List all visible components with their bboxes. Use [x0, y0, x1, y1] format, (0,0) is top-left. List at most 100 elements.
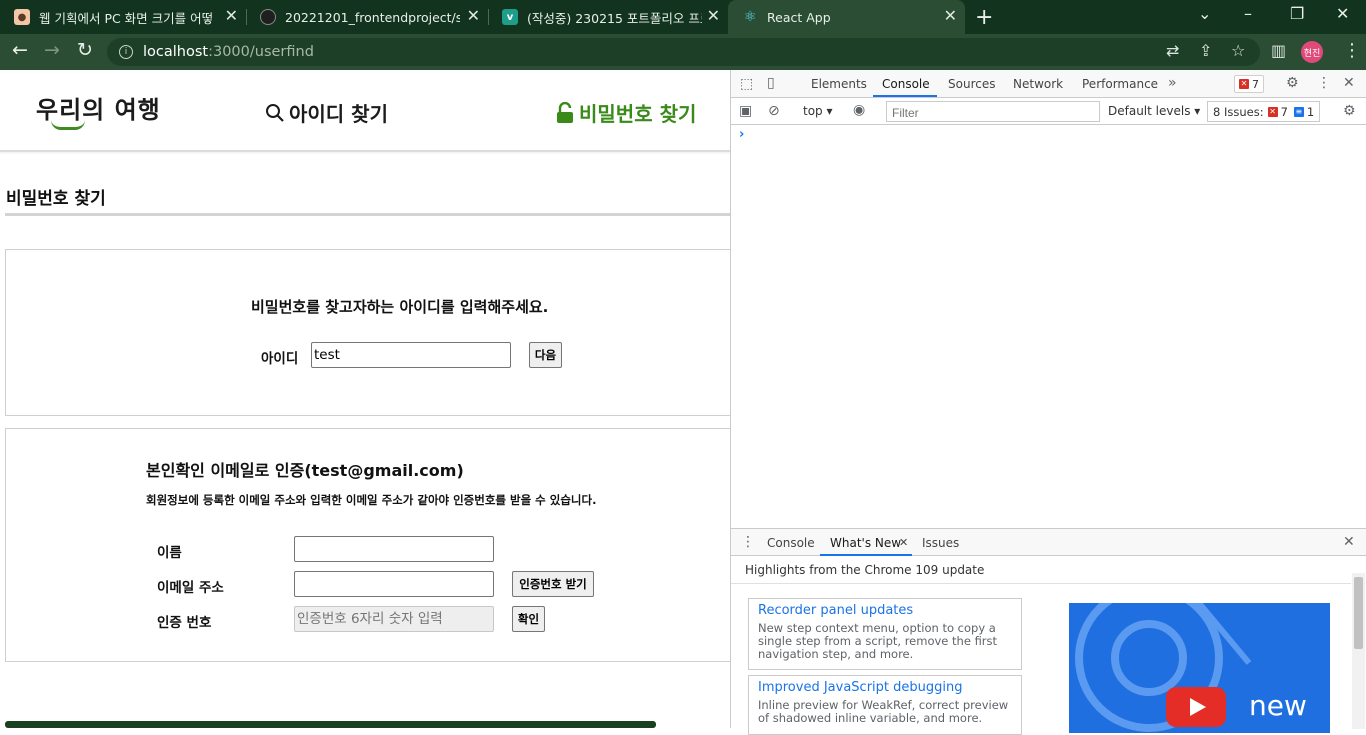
card-title[interactable]: Improved JavaScript debugging — [758, 680, 1012, 695]
console-filter-input[interactable] — [886, 101, 1100, 122]
drawer-tab-console[interactable]: Console — [767, 536, 815, 550]
confirm-button[interactable]: 확인 — [512, 606, 545, 632]
nav-find-id-label: 아이디 찾기 — [289, 102, 388, 126]
issues-message-count: 1 — [1306, 104, 1315, 119]
drawer-scrollbar[interactable] — [1352, 573, 1365, 729]
browser-menu-icon[interactable]: ⋮ — [1343, 40, 1361, 61]
devtools-menu-icon[interactable]: ⋮ — [1317, 75, 1331, 91]
settings-gear-icon[interactable]: ⚙ — [1286, 75, 1299, 91]
live-expression-eye-icon[interactable]: ◉ — [853, 102, 865, 118]
tab-title: 웹 기획에서 PC 화면 크기를 어떻 — [39, 10, 214, 26]
maximize-icon[interactable]: ❐ — [1290, 4, 1304, 23]
clear-console-icon[interactable]: ⊘ — [768, 103, 780, 119]
email-label: 이메일 주소 — [157, 580, 224, 596]
browser-tab[interactable]: v (작성중) 230215 포트폴리오 프로 ✕ — [488, 0, 728, 34]
forward-icon[interactable]: → — [44, 39, 60, 61]
devtools-tab-sources[interactable]: Sources — [948, 77, 995, 91]
card-title[interactable]: Recorder panel updates — [758, 603, 1012, 618]
bookmark-star-icon[interactable]: ☆ — [1231, 41, 1245, 60]
verification-heading: 본인확인 이메일로 인증(test@gmail.com) — [146, 461, 464, 480]
error-icon: ✕ — [1239, 79, 1249, 89]
nav-find-id[interactable]: 아이디 찾기 — [265, 98, 388, 127]
close-devtools-icon[interactable]: ✕ — [1343, 75, 1355, 91]
next-button[interactable]: 다음 — [529, 342, 562, 368]
react-icon: ⚛ — [743, 9, 757, 25]
drawer-tab-whats-new[interactable]: What's New — [830, 536, 901, 550]
close-tab-icon[interactable]: ✕ — [944, 8, 957, 24]
log-levels-label: Default levels — [1108, 104, 1191, 118]
address-toolbar: ← → ↻ i localhost:3000/userfind ⇄ ⇪ ☆ ▥ — [0, 34, 1366, 70]
title-divider — [5, 213, 730, 216]
nav-find-password[interactable]: 비밀번호 찾기 — [555, 98, 696, 127]
console-toolbar: ▣ ⊘ top ▾ ◉ Default levels ▾ 8 Issues: ✕… — [731, 98, 1366, 125]
drawer-menu-icon[interactable]: ⋮ — [741, 534, 755, 550]
email-input[interactable] — [294, 571, 494, 597]
scrollbar-thumb[interactable] — [1354, 577, 1363, 649]
minimize-icon[interactable]: – — [1244, 4, 1252, 23]
reload-icon[interactable]: ↻ — [77, 39, 93, 61]
github-icon — [260, 9, 276, 25]
devtools-panel: ⬚ ▯ Elements Console Sources Network Per… — [730, 70, 1366, 735]
url-bar[interactable]: i localhost:3000/userfind — [107, 38, 1260, 66]
close-tab-icon[interactable]: ✕ — [225, 8, 238, 24]
drawer-tab-issues[interactable]: Issues — [922, 536, 959, 550]
context-selector[interactable]: top ▾ — [803, 104, 833, 118]
site-header: 우리의 여행 아이디 찾기 비밀번호 찾기 — [0, 70, 730, 152]
find-id-step: 비밀번호를 찾고자하는 아이디를 입력해주세요. 아이디 다음 — [5, 249, 730, 416]
tab-title: React App — [767, 9, 831, 25]
devtools-toolbar: ⬚ ▯ Elements Console Sources Network Per… — [731, 70, 1366, 98]
step1-prompt: 비밀번호를 찾고자하는 아이디를 입력해주세요. — [251, 298, 549, 316]
error-count-badge[interactable]: ✕ 7 — [1234, 75, 1264, 93]
horizontal-scrollbar[interactable] — [5, 721, 656, 728]
issues-chip[interactable]: 8 Issues: ✕ 7 ≡ 1 — [1207, 101, 1321, 122]
devtools-tab-elements[interactable]: Elements — [811, 77, 867, 91]
devtools-tab-network[interactable]: Network — [1013, 77, 1063, 91]
drawer-tab-bar: ⋮ Console What's New ✕ Issues ✕ — [731, 529, 1366, 556]
id-label: 아이디 — [261, 351, 299, 367]
web-page: 우리의 여행 아이디 찾기 비밀번호 찾기 비밀번호 찾기 비밀번호를 찾고자하… — [0, 70, 730, 728]
new-tab-icon[interactable]: + — [975, 5, 993, 30]
devtools-tab-console[interactable]: Console — [882, 77, 930, 91]
logo-smile-icon — [51, 120, 85, 130]
console-prompt[interactable]: › — [739, 127, 744, 142]
velog-icon: v — [502, 9, 518, 25]
issues-error-count: 7 — [1280, 104, 1288, 119]
tab-search-icon[interactable]: ⌄ — [1198, 4, 1211, 23]
browser-tab[interactable]: 20221201_frontendproject/server ✕ — [246, 0, 488, 34]
browser-tab-active[interactable]: ⚛ React App ✕ — [728, 0, 965, 34]
share-icon[interactable]: ⇪ — [1199, 41, 1212, 60]
close-whats-new-icon[interactable]: ✕ — [899, 536, 908, 549]
id-input[interactable] — [311, 342, 511, 368]
whats-new-card[interactable]: Recorder panel updates New step context … — [748, 598, 1022, 670]
log-levels-dropdown[interactable]: Default levels ▾ — [1108, 104, 1200, 118]
more-tabs-icon[interactable]: » — [1168, 75, 1177, 91]
devtools-drawer: ⋮ Console What's New ✕ Issues ✕ Highligh… — [731, 528, 1366, 735]
devtools-tab-performance[interactable]: Performance — [1082, 77, 1158, 91]
site-info-icon[interactable]: i — [119, 45, 133, 59]
close-window-icon[interactable]: ✕ — [1336, 4, 1349, 23]
console-settings-gear-icon[interactable]: ⚙ — [1343, 103, 1356, 119]
browser-tab[interactable]: ● 웹 기획에서 PC 화면 크기를 어떻 ✕ — [0, 0, 246, 34]
device-toolbar-icon[interactable]: ▯ — [767, 75, 775, 91]
tab-favicon: ● — [14, 9, 30, 25]
inspect-element-icon[interactable]: ⬚ — [740, 76, 753, 92]
error-icon: ✕ — [1267, 106, 1278, 117]
close-drawer-icon[interactable]: ✕ — [1343, 534, 1355, 550]
card-description: Inline preview for WeakRef, correct prev… — [758, 698, 1009, 725]
side-panel-icon[interactable]: ▥ — [1271, 41, 1286, 60]
close-tab-icon[interactable]: ✕ — [467, 8, 480, 24]
url-path: :3000/userfind — [208, 44, 314, 60]
close-tab-icon[interactable]: ✕ — [707, 8, 720, 24]
whats-new-card[interactable]: Improved JavaScript debugging Inline pre… — [748, 675, 1022, 735]
code-input[interactable] — [294, 606, 494, 632]
youtube-play-icon[interactable] — [1166, 687, 1226, 727]
chrome-109-video-thumbnail[interactable]: new — [1069, 603, 1330, 733]
back-icon[interactable]: ← — [12, 39, 28, 61]
translate-icon[interactable]: ⇄ — [1166, 41, 1179, 60]
site-logo[interactable]: 우리의 여행 — [36, 90, 161, 130]
profile-avatar[interactable]: 현진 — [1301, 41, 1323, 63]
send-code-button[interactable]: 인증번호 받기 — [512, 571, 594, 597]
name-input[interactable] — [294, 536, 494, 562]
message-icon: ≡ — [1293, 106, 1304, 117]
sidebar-toggle-icon[interactable]: ▣ — [739, 103, 752, 119]
